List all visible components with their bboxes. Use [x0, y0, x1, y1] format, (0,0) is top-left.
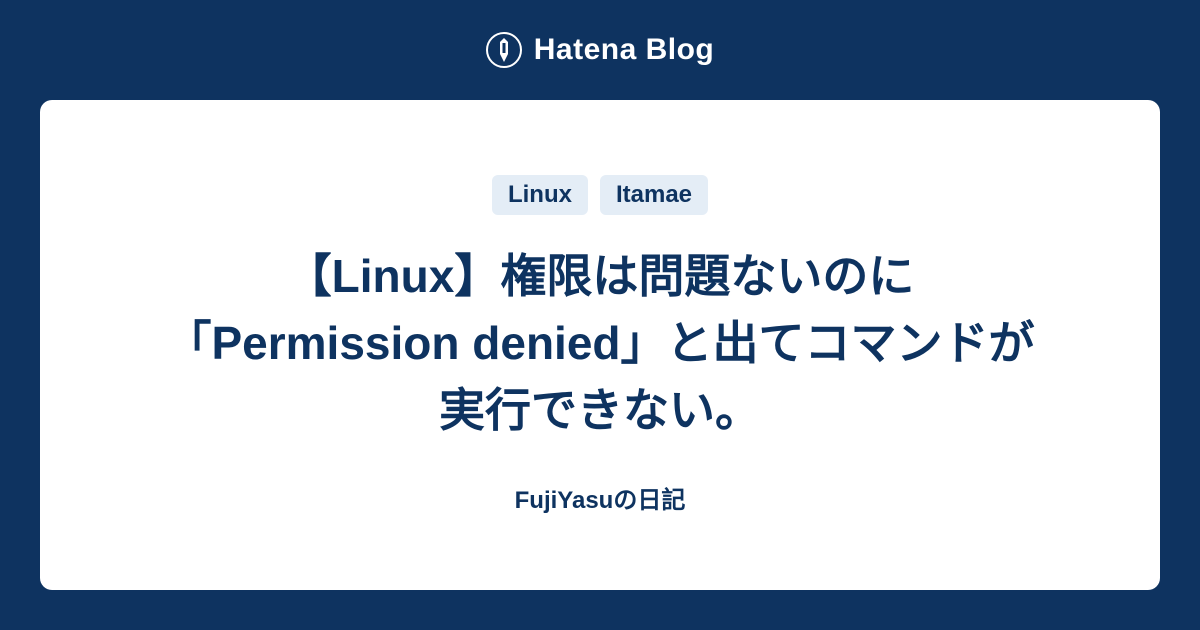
blog-author: FujiYasuの日記	[515, 480, 686, 515]
brand-name: Hatena Blog	[534, 33, 715, 67]
hatena-logo-icon	[486, 32, 522, 68]
tag[interactable]: Linux	[492, 175, 588, 215]
article-card: Linux Itamae 【Linux】権限は問題ないのに「Permission…	[40, 100, 1160, 590]
article-title: 【Linux】権限は問題ないのに「Permission denied」と出てコマ…	[150, 243, 1050, 443]
tag[interactable]: Itamae	[600, 175, 708, 215]
tag-list: Linux Itamae	[492, 175, 708, 215]
header: Hatena Blog	[486, 0, 715, 100]
